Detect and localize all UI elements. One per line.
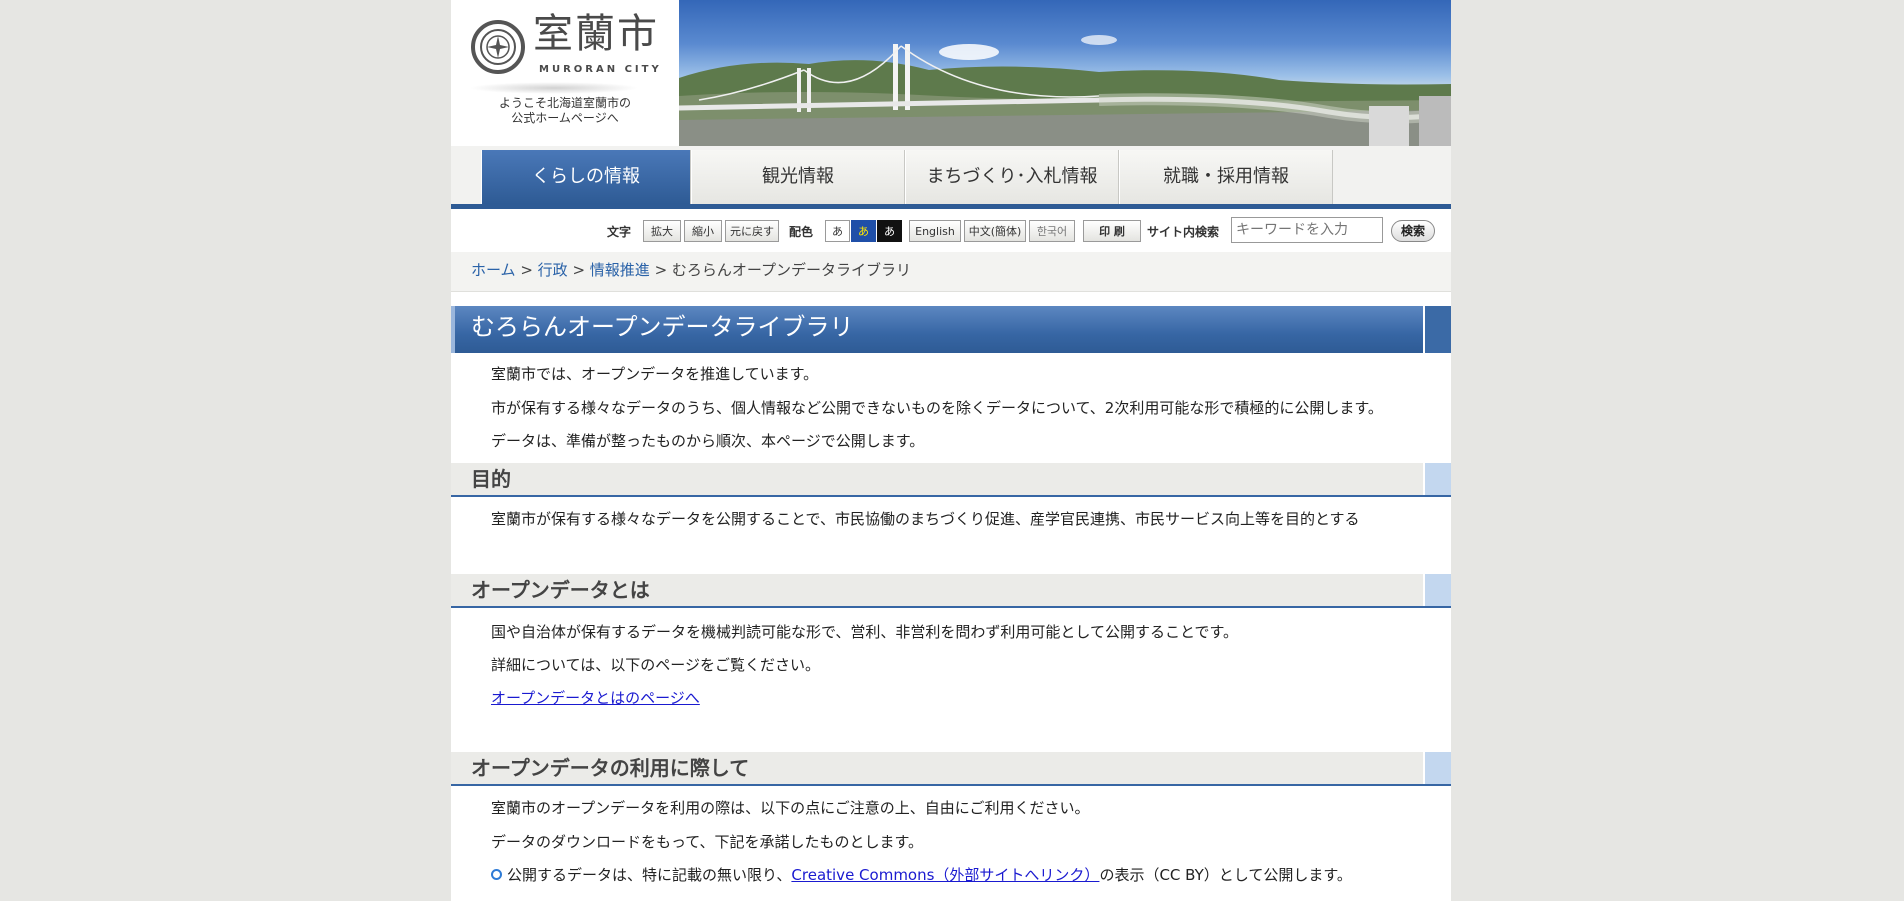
breadcrumb-home-link[interactable]: ホーム: [471, 261, 516, 279]
page-title-bar: むろらんオープンデータライブラリ: [451, 306, 1451, 353]
page-title: むろらんオープンデータライブラリ: [471, 313, 854, 341]
logo-shadow: [469, 82, 639, 94]
purpose-text: 室蘭市が保有する様々なデータを公開することで、市民協働のまちづくり促進、産学官民…: [491, 510, 1360, 528]
section-heading-cap: [1423, 752, 1451, 784]
section-heading-what-is: オープンデータとは: [451, 574, 1451, 608]
color-scheme-label: 配色: [789, 225, 814, 239]
text-size-label: 文字: [607, 225, 632, 239]
usage-list-item: 公開するデータは、特に記載の無い限り、Creative Commons（外部サイ…: [507, 864, 1352, 885]
english-button[interactable]: English: [909, 220, 961, 242]
list-bullet-icon: [491, 869, 502, 880]
search-input[interactable]: [1231, 217, 1383, 243]
bridge-photo: [679, 35, 1451, 146]
color-white-button[interactable]: あ: [825, 220, 850, 242]
nav-tab-living[interactable]: くらしの情報: [481, 150, 691, 204]
color-black-button[interactable]: あ: [877, 220, 902, 242]
nav-tab-tourism[interactable]: 観光情報: [691, 150, 905, 204]
what-is-text-1: 国や自治体が保有するデータを機械判読可能な形で、営利、非営利を問わず利用可能とし…: [491, 623, 1239, 641]
site-logo[interactable]: 室蘭市 MURORAN CITY ようこそ北海道室蘭市の 公式ホームページへ: [451, 0, 679, 146]
accessibility-toolbar: 文字 拡大 縮小 元に戻す 配色 あ あ あ English 中文(簡体) 한국…: [451, 214, 1451, 248]
text-shrink-button[interactable]: 縮小: [684, 220, 722, 242]
section-title-usage: オープンデータの利用に際して: [471, 756, 750, 780]
page-container: 室蘭市 MURORAN CITY ようこそ北海道室蘭市の 公式ホームページへ く…: [451, 0, 1451, 901]
breadcrumb-current: むろらんオープンデータライブラリ: [671, 261, 912, 279]
breadcrumb-administration-link[interactable]: 行政: [538, 261, 568, 279]
section-heading-cap: [1423, 574, 1451, 606]
usage-text-2: データのダウンロードをもって、下記を承諾したものとします。: [491, 833, 924, 851]
what-is-text-2: 詳細については、以下のページをご覧ください。: [491, 656, 820, 674]
section-heading-usage: オープンデータの利用に際して: [451, 752, 1451, 786]
creative-commons-link[interactable]: Creative Commons（外部サイトへリンク）: [791, 866, 1099, 884]
tagline-line-2: 公式ホームページへ: [511, 111, 619, 125]
what-is-open-data-link[interactable]: オープンデータとはのページへ: [491, 687, 700, 708]
section-title-what-is: オープンデータとは: [471, 578, 650, 602]
print-button[interactable]: 印 刷: [1083, 220, 1141, 242]
usage-text-1: 室蘭市のオープンデータを利用の際は、以下の点にご注意の上、自由にご利用ください。: [491, 799, 1090, 817]
nav-tab-city-planning[interactable]: まちづくり･入札情報: [905, 150, 1119, 204]
site-tagline: ようこそ北海道室蘭市の 公式ホームページへ: [451, 96, 679, 126]
logo-subtext: MURORAN CITY: [539, 64, 662, 75]
tagline-line-1: ようこそ北海道室蘭市の: [498, 96, 631, 110]
site-header: 室蘭市 MURORAN CITY ようこそ北海道室蘭市の 公式ホームページへ: [451, 0, 1451, 146]
header-banner-image: [679, 0, 1451, 146]
usage-bullet-text-before: 公開するデータは、特に記載の無い限り、: [507, 866, 792, 884]
intro-text-2: 市が保有する様々なデータのうち、個人情報など公開できないものを除くデータについて…: [491, 399, 1383, 417]
logo-text: 室蘭市: [533, 11, 659, 57]
breadcrumb-separator: >: [567, 261, 590, 279]
section-title-purpose: 目的: [471, 467, 511, 491]
title-bar-cap: [1423, 306, 1451, 353]
chinese-button[interactable]: 中文(簡体): [964, 220, 1026, 242]
intro-text-3: データは、準備が整ったものから順次、本ページで公開します。: [491, 432, 925, 450]
text-enlarge-button[interactable]: 拡大: [643, 220, 681, 242]
breadcrumb: ホーム > 行政 > 情報推進 > むろらんオープンデータライブラリ: [451, 252, 1451, 292]
korean-button[interactable]: 한국어: [1029, 220, 1075, 242]
breadcrumb-separator: >: [515, 261, 538, 279]
breadcrumb-separator: >: [649, 261, 672, 279]
global-nav: くらしの情報 観光情報 まちづくり･入札情報 就職・採用情報: [451, 146, 1451, 209]
section-heading-cap: [1423, 463, 1451, 495]
breadcrumb-info-promotion-link[interactable]: 情報推進: [590, 261, 650, 279]
city-emblem-icon: [471, 20, 525, 74]
search-button[interactable]: 検索: [1391, 220, 1435, 242]
nav-tab-jobs[interactable]: 就職・採用情報: [1119, 150, 1333, 204]
usage-bullet-text-after: の表示（CC BY）として公開します。: [1099, 866, 1352, 884]
color-blue-button[interactable]: あ: [851, 220, 876, 242]
section-heading-purpose: 目的: [451, 463, 1451, 497]
intro-text-1: 室蘭市では、オープンデータを推進しています。: [491, 365, 819, 383]
site-search-label: サイト内検索: [1147, 225, 1220, 239]
text-reset-button[interactable]: 元に戻す: [725, 220, 779, 242]
